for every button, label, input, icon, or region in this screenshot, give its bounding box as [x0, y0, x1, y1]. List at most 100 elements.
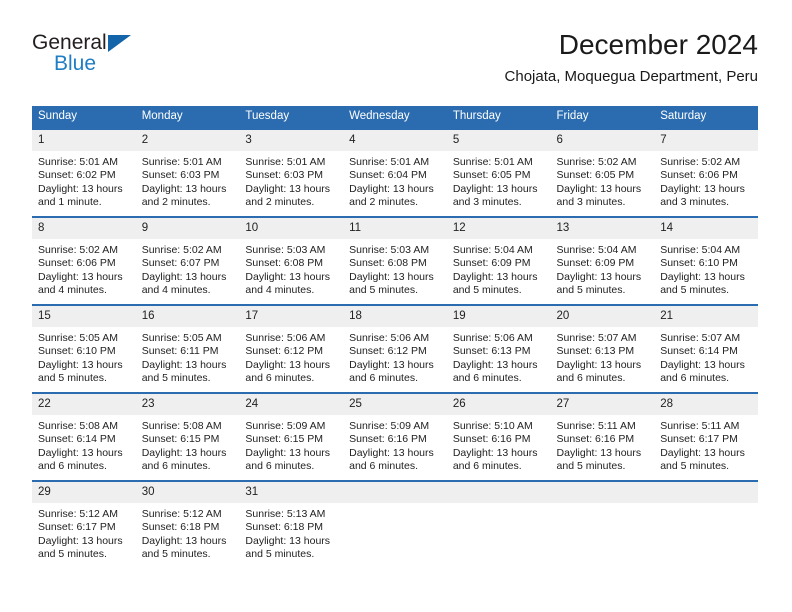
calendar-day-cell[interactable]: 20 Sunrise: 5:07 AM Sunset: 6:13 PM Dayligh…	[550, 304, 655, 393]
day-number: 25	[343, 394, 447, 415]
calendar-day-cell[interactable]: 22 Sunrise: 5:08 AM Sunset: 6:14 PM Dayligh…	[32, 392, 136, 481]
day-number: 11	[343, 218, 447, 239]
calendar-day-cell[interactable]: 5 Sunrise: 5:01 AM Sunset: 6:05 PM Daylight…	[446, 128, 551, 217]
sunrise-text: Sunrise: 5:07 AM	[556, 332, 637, 344]
sunrise-text: Sunrise: 5:03 AM	[349, 244, 430, 256]
daylight-text: Daylight: 13 hours and 5 minutes.	[660, 270, 745, 297]
calendar-day-cell[interactable]: 31 Sunrise: 5:13 AM Sunset: 6:18 PM Dayligh…	[239, 480, 344, 569]
daylight-text: Daylight: 13 hours and 6 minutes.	[349, 358, 434, 385]
calendar-day-cell[interactable]: 19 Sunrise: 5:06 AM Sunset: 6:13 PM Dayligh…	[446, 304, 551, 393]
calendar-day-cell[interactable]: 11 Sunrise: 5:03 AM Sunset: 6:08 PM Dayligh…	[343, 216, 447, 305]
calendar-day-cell[interactable]: 18 Sunrise: 5:06 AM Sunset: 6:12 PM Dayligh…	[343, 304, 447, 393]
title-block: December 2024 Chojata, Moquegua Departme…	[505, 28, 758, 88]
calendar-day-cell[interactable]: 16 Sunrise: 5:05 AM Sunset: 6:11 PM Dayligh…	[135, 304, 240, 393]
sunset-text: Sunset: 6:11 PM	[141, 345, 219, 358]
day-number: 23	[135, 394, 240, 415]
calendar-day-cell[interactable]: 3 Sunrise: 5:01 AM Sunset: 6:03 PM Daylight…	[239, 128, 344, 217]
sunrise-text: Sunrise: 5:09 AM	[245, 420, 326, 432]
day-sun-info: Sunrise: 5:01 AM Sunset: 6:03 PM Daylight:…	[136, 151, 240, 210]
daylight-text: Daylight: 13 hours and 5 minutes.	[141, 534, 227, 561]
daylight-text: Daylight: 13 hours and 6 minutes.	[245, 358, 331, 385]
day-sun-info: Sunrise: 5:03 AM Sunset: 6:08 PM Daylight:…	[239, 239, 343, 298]
sunset-text: Sunset: 6:16 PM	[556, 433, 635, 446]
sunset-text: Sunset: 6:04 PM	[349, 169, 427, 182]
calendar-day-cell[interactable]: 24 Sunrise: 5:09 AM Sunset: 6:15 PM Dayligh…	[239, 392, 344, 481]
page-title: December 2024	[558, 29, 758, 60]
day-sun-info: Sunrise: 5:08 AM Sunset: 6:15 PM Daylight:…	[136, 415, 240, 474]
daylight-text: Daylight: 13 hours and 6 minutes.	[556, 358, 642, 385]
sunset-text: Sunset: 6:17 PM	[660, 433, 738, 446]
sunset-text: Sunset: 6:17 PM	[38, 521, 116, 534]
day-sun-info: Sunrise: 5:12 AM Sunset: 6:17 PM Daylight:…	[32, 503, 136, 562]
daylight-text: Daylight: 13 hours and 5 minutes.	[349, 270, 434, 297]
day-sun-info: Sunrise: 5:07 AM Sunset: 6:13 PM Daylight:…	[551, 327, 655, 386]
day-number: 27	[550, 394, 655, 415]
day-sun-info: Sunrise: 5:09 AM Sunset: 6:15 PM Daylight:…	[239, 415, 343, 474]
sunrise-text: Sunrise: 5:10 AM	[452, 420, 533, 432]
calendar-empty-cell	[654, 480, 758, 569]
calendar-day-cell[interactable]: 29 Sunrise: 5:12 AM Sunset: 6:17 PM Dayligh…	[32, 480, 136, 569]
sunrise-text: Sunrise: 5:06 AM	[452, 332, 533, 344]
calendar-day-cell[interactable]: 4 Sunrise: 5:01 AM Sunset: 6:04 PM Daylight…	[343, 128, 447, 217]
daylight-text: Daylight: 13 hours and 2 minutes.	[349, 182, 434, 209]
day-sun-info: Sunrise: 5:03 AM Sunset: 6:08 PM Daylight:…	[343, 239, 447, 298]
calendar-day-cell[interactable]: 9 Sunrise: 5:02 AM Sunset: 6:07 PM Daylight…	[135, 216, 240, 305]
calendar-week-row: 8 Sunrise: 5:02 AM Sunset: 6:06 PM Daylight…	[32, 216, 758, 305]
day-number: 13	[550, 218, 655, 239]
day-sun-info: Sunrise: 5:07 AM Sunset: 6:14 PM Daylight:…	[654, 327, 758, 386]
calendar-day-cell[interactable]: 28 Sunrise: 5:11 AM Sunset: 6:17 PM Dayligh…	[654, 392, 758, 481]
sunset-text: Sunset: 6:09 PM	[452, 257, 531, 270]
calendar-day-cell[interactable]: 13 Sunrise: 5:04 AM Sunset: 6:09 PM Dayligh…	[550, 216, 655, 305]
day-number	[343, 482, 447, 503]
daylight-text: Daylight: 13 hours and 5 minutes.	[556, 270, 642, 297]
sunset-text: Sunset: 6:03 PM	[245, 169, 324, 182]
calendar-day-cell[interactable]: 25 Sunrise: 5:09 AM Sunset: 6:16 PM Dayligh…	[343, 392, 447, 481]
calendar-day-cell[interactable]: 23 Sunrise: 5:08 AM Sunset: 6:15 PM Dayligh…	[135, 392, 240, 481]
weekday-header-wednesday: Wednesday	[343, 106, 447, 129]
sunrise-text: Sunrise: 5:07 AM	[660, 332, 741, 344]
calendar-day-cell[interactable]: 10 Sunrise: 5:03 AM Sunset: 6:08 PM Dayligh…	[239, 216, 344, 305]
day-sun-info: Sunrise: 5:02 AM Sunset: 6:06 PM Daylight:…	[654, 151, 758, 210]
day-number: 5	[446, 130, 551, 151]
calendar-empty-cell	[446, 480, 551, 569]
logo-text-general: General	[32, 31, 107, 54]
daylight-text: Daylight: 13 hours and 5 minutes.	[38, 358, 123, 385]
daylight-text: Daylight: 13 hours and 6 minutes.	[38, 446, 123, 473]
day-sun-info: Sunrise: 5:04 AM Sunset: 6:10 PM Daylight:…	[654, 239, 758, 298]
calendar-day-cell[interactable]: 14 Sunrise: 5:04 AM Sunset: 6:10 PM Dayligh…	[654, 216, 758, 305]
calendar-day-cell[interactable]: 1 Sunrise: 5:01 AM Sunset: 6:02 PM Daylight…	[32, 128, 136, 217]
calendar-day-cell[interactable]: 12 Sunrise: 5:04 AM Sunset: 6:09 PM Dayligh…	[446, 216, 551, 305]
calendar-day-cell[interactable]: 27 Sunrise: 5:11 AM Sunset: 6:16 PM Dayligh…	[550, 392, 655, 481]
page-header: General Blue December 2024 Chojata, Moqu…	[32, 28, 758, 98]
daylight-text: Daylight: 13 hours and 6 minutes.	[141, 446, 227, 473]
day-number: 30	[135, 482, 240, 503]
calendar-day-cell[interactable]: 30 Sunrise: 5:12 AM Sunset: 6:18 PM Dayligh…	[135, 480, 240, 569]
daylight-text: Daylight: 13 hours and 3 minutes.	[660, 182, 745, 209]
day-sun-info: Sunrise: 5:01 AM Sunset: 6:04 PM Daylight:…	[343, 151, 447, 210]
calendar-day-cell[interactable]: 8 Sunrise: 5:02 AM Sunset: 6:06 PM Daylight…	[32, 216, 136, 305]
sunset-text: Sunset: 6:16 PM	[452, 433, 531, 446]
calendar-day-cell[interactable]: 7 Sunrise: 5:02 AM Sunset: 6:06 PM Daylight…	[654, 128, 758, 217]
day-sun-info: Sunrise: 5:06 AM Sunset: 6:13 PM Daylight:…	[447, 327, 551, 386]
day-number: 9	[135, 218, 240, 239]
sunset-text: Sunset: 6:15 PM	[245, 433, 324, 446]
calendar-day-cell[interactable]: 2 Sunrise: 5:01 AM Sunset: 6:03 PM Daylight…	[135, 128, 240, 217]
sunset-text: Sunset: 6:14 PM	[660, 345, 738, 358]
day-number: 20	[550, 306, 655, 327]
calendar-day-cell[interactable]: 15 Sunrise: 5:05 AM Sunset: 6:10 PM Dayligh…	[32, 304, 136, 393]
weekday-header-row: Sunday Monday Tuesday Wednesday Thursday…	[32, 106, 758, 129]
calendar-day-cell[interactable]: 26 Sunrise: 5:10 AM Sunset: 6:16 PM Dayligh…	[446, 392, 551, 481]
general-blue-logo: General Blue	[32, 32, 212, 84]
sunrise-text: Sunrise: 5:11 AM	[660, 420, 740, 432]
calendar-body: 1 Sunrise: 5:01 AM Sunset: 6:02 PM Daylight…	[32, 128, 758, 569]
calendar-day-cell[interactable]: 6 Sunrise: 5:02 AM Sunset: 6:05 PM Daylight…	[550, 128, 655, 217]
day-number	[550, 482, 655, 503]
calendar-header-row: Sunday Monday Tuesday Wednesday Thursday…	[32, 106, 758, 129]
sunrise-text: Sunrise: 5:11 AM	[556, 420, 636, 432]
calendar-day-cell[interactable]: 21 Sunrise: 5:07 AM Sunset: 6:14 PM Dayligh…	[654, 304, 758, 393]
daylight-text: Daylight: 13 hours and 6 minutes.	[452, 358, 538, 385]
sunset-text: Sunset: 6:08 PM	[245, 257, 324, 270]
calendar-day-cell[interactable]: 17 Sunrise: 5:06 AM Sunset: 6:12 PM Dayligh…	[239, 304, 344, 393]
sunrise-sunset-calendar: Sunday Monday Tuesday Wednesday Thursday…	[32, 106, 758, 569]
day-sun-info: Sunrise: 5:12 AM Sunset: 6:18 PM Daylight:…	[136, 503, 240, 562]
